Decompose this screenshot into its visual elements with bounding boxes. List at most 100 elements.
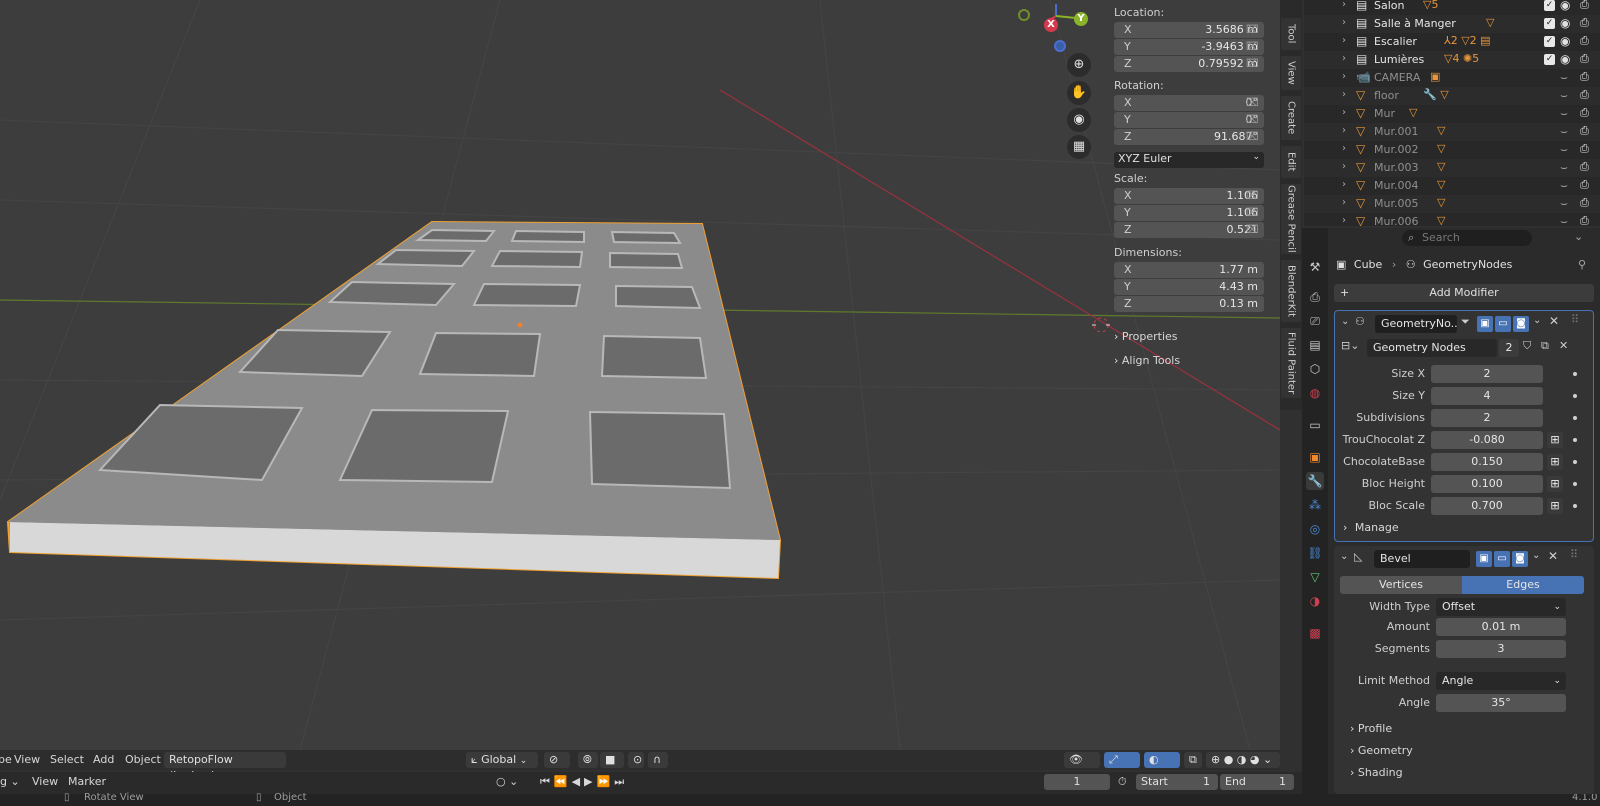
outliner-item-name[interactable]: Mur.002: [1374, 143, 1418, 156]
outliner[interactable]: › ▤ Salon ▽5 ✓ ◉ ⎙ › ▤ Salle à Manger ▽ ✓ ◉ ⎙ › ▤ Escali…: [1304, 0, 1600, 226]
geo-field-value[interactable]: 4: [1431, 387, 1543, 405]
gizmo-x-axis[interactable]: X: [1044, 18, 1058, 32]
drag-handle-icon[interactable]: ⠿: [1571, 313, 1579, 326]
eye-icon[interactable]: ◉: [1560, 0, 1570, 12]
geo-field-value[interactable]: 0.700: [1431, 497, 1543, 515]
outliner-item-name[interactable]: Mur.006: [1374, 215, 1418, 226]
modifier-tab-icon[interactable]: 🔧: [1306, 472, 1324, 490]
timeline-menu-view[interactable]: View: [32, 775, 58, 788]
scale-z-field[interactable]: Z 0.521: [1114, 222, 1264, 238]
data-tab-icon[interactable]: ▽: [1306, 568, 1324, 586]
record-icon[interactable]: ○ ⌄: [496, 775, 518, 788]
render-camera-icon[interactable]: ⎙: [1580, 106, 1589, 120]
physics-tab-icon[interactable]: ◎: [1306, 520, 1324, 538]
node-group-name[interactable]: Geometry Nodes: [1367, 339, 1497, 357]
outliner-row[interactable]: ›📹CAMERA▣⌣◉⎙: [1304, 69, 1600, 87]
outliner-row[interactable]: ›▽Mur▽⌣◉⎙: [1304, 105, 1600, 123]
visibility-icon[interactable]: 👁: [1064, 752, 1100, 768]
rotation-x-field[interactable]: X 0°: [1114, 95, 1264, 111]
outliner-item-name[interactable]: Salon: [1374, 0, 1404, 12]
viewport-toggle-icon[interactable]: ▭: [1494, 551, 1510, 567]
tab-fluid-painter[interactable]: Fluid Painter: [1281, 328, 1301, 398]
timeline-menu-marker[interactable]: Marker: [68, 775, 106, 788]
tool-tab-icon[interactable]: ⚒: [1306, 258, 1324, 276]
gizmo-y-axis[interactable]: Y: [1074, 12, 1088, 26]
segments-field[interactable]: 3: [1436, 640, 1566, 658]
outliner-item-name[interactable]: Mur: [1374, 107, 1395, 120]
angle-field[interactable]: 35°: [1436, 694, 1566, 712]
mode-fragment[interactable]: be: [0, 753, 12, 766]
view-layer-tab-icon[interactable]: ▤: [1306, 336, 1324, 354]
exclude-checkbox[interactable]: ✓: [1544, 36, 1555, 47]
location-x-field[interactable]: X 3.5686 m: [1114, 22, 1264, 38]
output-tab-icon[interactable]: ⎚: [1306, 312, 1324, 330]
proportional-icon[interactable]: ⊙: [628, 752, 644, 768]
keyframe-dot-icon[interactable]: [1573, 504, 1577, 508]
chevron-right-icon[interactable]: ›: [1342, 53, 1346, 64]
end-frame-field[interactable]: End 1: [1220, 774, 1294, 790]
lock-icon[interactable]: ⌧: [1246, 189, 1260, 203]
chevron-right-icon[interactable]: ›: [1342, 215, 1346, 226]
outliner-item-name[interactable]: Mur.003: [1374, 161, 1418, 174]
geometry-nodes-modifier-name[interactable]: GeometryNo...: [1375, 315, 1457, 333]
menu-select[interactable]: Select: [50, 753, 84, 766]
exclude-checkbox[interactable]: ✓: [1544, 54, 1555, 65]
eye-icon[interactable]: ◉: [1560, 34, 1570, 48]
edit-mode-toggle-icon[interactable]: ▣: [1476, 551, 1492, 567]
render-camera-icon[interactable]: ⎙: [1580, 16, 1589, 30]
manage-section[interactable]: › Manage: [1343, 521, 1399, 534]
outliner-item-name[interactable]: floor: [1374, 89, 1399, 102]
lock-icon[interactable]: ⌧: [1246, 113, 1260, 127]
outliner-item-name[interactable]: CAMERA: [1374, 71, 1420, 84]
outliner-row[interactable]: ›▽Mur.003▽⌣◉⎙: [1304, 159, 1600, 177]
geo-field-value[interactable]: 0.150: [1431, 453, 1543, 471]
gizmo-toggle-icon[interactable]: ⤢: [1104, 752, 1140, 768]
menu-add[interactable]: Add: [93, 753, 114, 766]
scale-x-field[interactable]: X 1.106: [1114, 188, 1264, 204]
geo-field-value[interactable]: 2: [1431, 365, 1543, 383]
pivot-icon[interactable]: ⊘: [544, 752, 570, 768]
camera-view-icon[interactable]: ◉: [1067, 108, 1091, 132]
navigation-gizmo[interactable]: X Y: [1014, 2, 1088, 56]
snap-icon[interactable]: ⦾: [578, 752, 598, 768]
dimensions-y-field[interactable]: Y 4.43 m: [1114, 279, 1264, 295]
align-tools-section[interactable]: › Align Tools: [1114, 354, 1264, 374]
dimensions-x-field[interactable]: X 1.77 m: [1114, 262, 1264, 278]
attribute-toggle-icon[interactable]: ⊞: [1547, 432, 1563, 448]
eye-icon[interactable]: ◉: [1560, 16, 1570, 30]
restrict-icon[interactable]: ⌣: [1560, 124, 1568, 139]
tab-blenderkit[interactable]: BlenderKit: [1281, 260, 1301, 322]
world-tab-icon[interactable]: ◍: [1306, 384, 1324, 402]
outliner-row[interactable]: ›▽Mur.001▽⌣◉⎙: [1304, 123, 1600, 141]
menu-object[interactable]: Object: [125, 753, 161, 766]
render-camera-icon[interactable]: ⎙: [1580, 196, 1589, 210]
render-camera-icon[interactable]: ⎙: [1580, 0, 1589, 12]
eye-icon[interactable]: ◉: [1560, 52, 1570, 66]
render-camera-icon[interactable]: ⎙: [1580, 34, 1589, 48]
outliner-row[interactable]: › ▤ Lumières ▽4 ✺5 ✓ ◉ ⎙: [1304, 51, 1600, 69]
location-y-field[interactable]: Y -3.9463 m: [1114, 39, 1264, 55]
render-camera-icon[interactable]: ⎙: [1580, 214, 1589, 226]
stopwatch-icon[interactable]: ⏱: [1118, 775, 1127, 789]
outliner-item-name[interactable]: Salle à Manger: [1374, 17, 1456, 30]
rotation-mode-select[interactable]: XYZ Euler ⌄: [1114, 152, 1264, 168]
chevron-down-icon[interactable]: ⌄: [1340, 551, 1348, 562]
geometry-section[interactable]: › Geometry: [1350, 744, 1413, 757]
texture-tab-icon[interactable]: ▩: [1306, 624, 1324, 642]
chevron-right-icon[interactable]: ›: [1342, 197, 1346, 208]
chevron-right-icon[interactable]: ›: [1342, 179, 1346, 190]
rotation-y-field[interactable]: Y 0°: [1114, 112, 1264, 128]
close-icon[interactable]: ✕: [1548, 549, 1558, 563]
attribute-toggle-icon[interactable]: ⊞: [1547, 454, 1563, 470]
shading-section[interactable]: › Shading: [1350, 766, 1403, 779]
tab-view[interactable]: View: [1281, 56, 1301, 90]
bevel-modifier-name[interactable]: Bevel: [1374, 550, 1470, 568]
gizmo-y-neg-icon[interactable]: [1018, 9, 1030, 21]
restrict-icon[interactable]: ⌣: [1560, 88, 1568, 103]
width-type-select[interactable]: Offset ⌄: [1436, 598, 1566, 616]
node-tree-icon[interactable]: ⊟⌄: [1341, 339, 1359, 352]
render-camera-icon[interactable]: ⎙: [1580, 88, 1589, 102]
fake-user-icon[interactable]: ⛉: [1523, 339, 1531, 353]
properties-search-input[interactable]: ⌕ Search: [1402, 230, 1532, 246]
snap-target-icon[interactable]: ■: [600, 752, 624, 768]
